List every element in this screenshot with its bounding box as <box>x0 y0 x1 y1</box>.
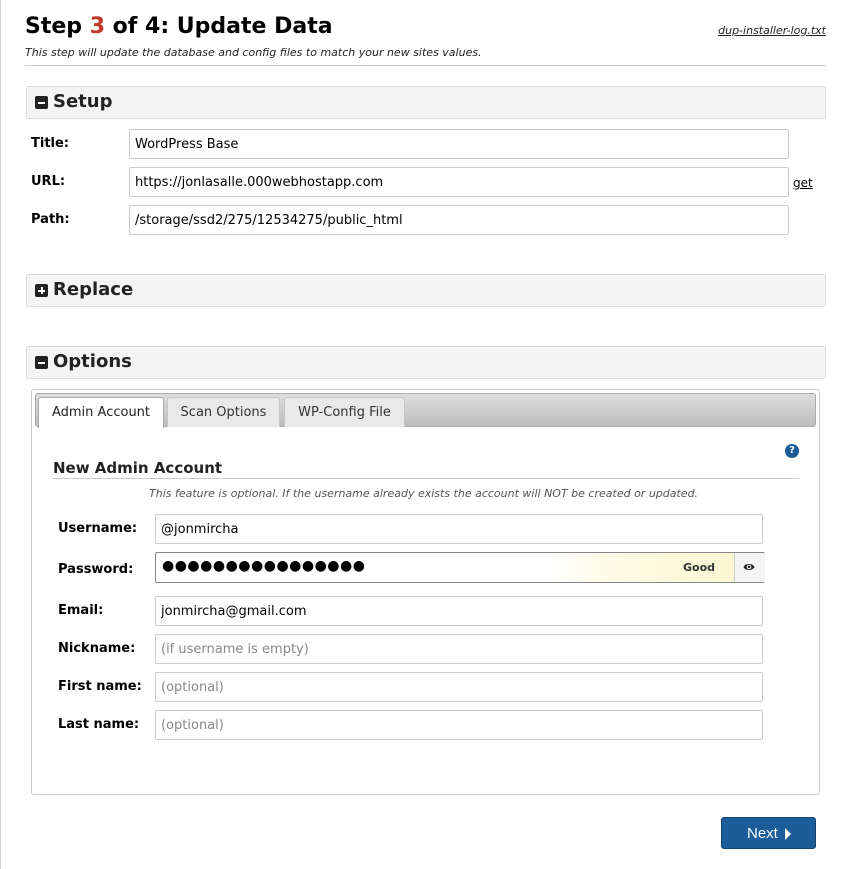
step-suffix: of 4: Update Data <box>105 14 333 39</box>
page-title: Step 3 of 4: Update Data <box>25 14 333 39</box>
minus-square-icon <box>35 96 48 109</box>
url-label: URL: <box>31 174 66 189</box>
admin-account-heading: New Admin Account <box>53 459 223 477</box>
question-circle-icon[interactable]: ? <box>785 444 799 458</box>
path-label: Path: <box>31 212 70 227</box>
tab-wp-config-file[interactable]: WP-Config File <box>284 397 405 427</box>
last-name-field[interactable] <box>155 710 763 740</box>
last-name-label: Last name: <box>58 717 140 732</box>
username-label: Username: <box>58 521 138 536</box>
next-button[interactable]: Next <box>721 817 816 849</box>
first-name-label: First name: <box>58 679 142 694</box>
options-section-title: Options <box>53 351 132 372</box>
first-name-field[interactable] <box>155 672 763 702</box>
password-label: Password: <box>58 562 134 577</box>
url-field[interactable] <box>129 167 789 197</box>
setup-section-title: Setup <box>53 91 113 112</box>
title-label: Title: <box>31 136 70 151</box>
setup-section-header[interactable]: Setup <box>26 86 826 119</box>
tab-scan-options[interactable]: Scan Options <box>167 397 280 427</box>
replace-section-title: Replace <box>53 279 134 300</box>
plus-square-icon <box>35 284 48 297</box>
password-strength-indicator: Good <box>683 561 716 574</box>
nickname-field[interactable] <box>155 634 763 664</box>
step-prefix: Step <box>25 14 90 39</box>
email-label: Email: <box>58 603 104 618</box>
admin-heading-divider <box>52 478 799 479</box>
minus-square-icon <box>35 356 48 369</box>
get-url-link[interactable]: get <box>793 176 813 190</box>
installer-log-link[interactable]: dup-installer-log.txt <box>718 24 826 37</box>
email-field[interactable] <box>155 596 763 626</box>
step-number: 3 <box>89 14 106 39</box>
page-left-border <box>0 0 1 869</box>
tab-admin-account[interactable]: Admin Account <box>38 397 164 428</box>
page-subtitle: This step will update the database and c… <box>25 46 482 59</box>
nickname-label: Nickname: <box>58 641 136 656</box>
username-field[interactable] <box>155 514 763 544</box>
optional-feature-note: This feature is optional. If the usernam… <box>149 487 699 500</box>
eye-icon[interactable] <box>734 553 765 582</box>
caret-right-icon <box>785 828 791 840</box>
password-field[interactable]: ●●●●●●●●●●●●●●●● Good <box>155 552 765 583</box>
replace-section-header[interactable]: Replace <box>26 274 826 307</box>
header-divider <box>25 65 826 66</box>
options-section-header[interactable]: Options <box>26 346 826 379</box>
next-button-label: Next <box>747 825 778 842</box>
title-field[interactable] <box>129 129 789 159</box>
path-field[interactable] <box>129 205 789 235</box>
password-masked-value: ●●●●●●●●●●●●●●●● <box>162 558 366 574</box>
